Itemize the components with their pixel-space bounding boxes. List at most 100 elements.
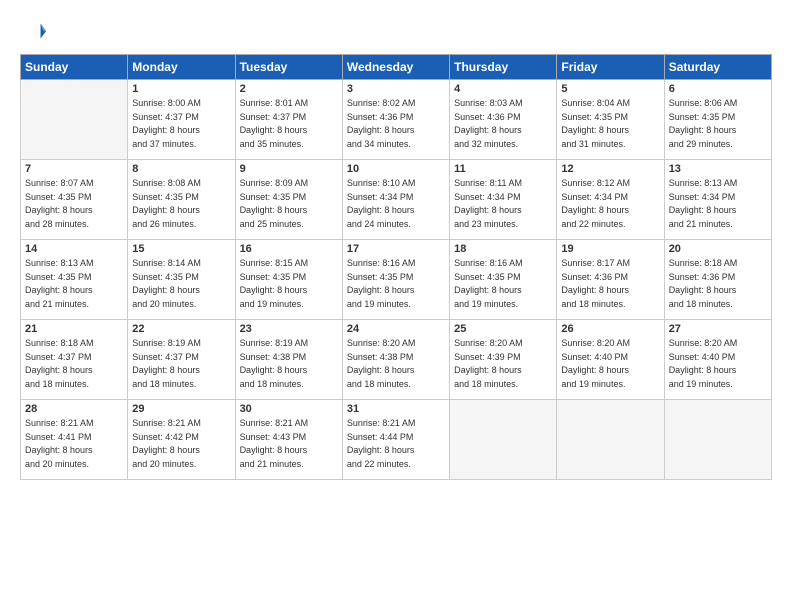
day-info: Sunrise: 8:20 AM Sunset: 4:40 PM Dayligh… [561,337,659,391]
logo [20,18,52,46]
cell-week4-day4 [450,400,557,480]
day-info: Sunrise: 8:19 AM Sunset: 4:38 PM Dayligh… [240,337,338,391]
cell-week1-day0: 7Sunrise: 8:07 AM Sunset: 4:35 PM Daylig… [21,160,128,240]
cell-week4-day0: 28 Sunrise: 8:21 AM Sunset: 4:41 PM Dayli… [21,400,128,480]
cell-week1-day4: 11 Sunrise: 8:11 AM Sunset: 4:34 PM Dayli… [450,160,557,240]
cell-week2-day2: 16 Sunrise: 8:15 AM Sunset: 4:35 PM Dayli… [235,240,342,320]
day-number: 30 [240,403,338,415]
day-number: 31 [347,403,445,415]
day-number: 12 [561,163,659,175]
day-number: 26 [561,323,659,335]
day-info: Sunrise: 8:15 AM Sunset: 4:35 PM Dayligh… [240,257,338,311]
day-number: 6 [669,83,767,95]
day-number: 11 [454,163,552,175]
day-info: Sunrise: 8:13 AM Sunset: 4:35 PM Dayligh… [25,257,123,311]
day-number: 8 [132,163,230,175]
col-header-wednesday: Wednesday [342,55,449,80]
day-info: Sunrise: 8:21 AM Sunset: 4:43 PM Dayligh… [240,417,338,471]
cell-week3-day0: 21 Sunrise: 8:18 AM Sunset: 4:37 PM Dayli… [21,320,128,400]
cell-week0-day4: 4 Sunrise: 8:03 AM Sunset: 4:36 PM Daylig… [450,80,557,160]
week-row-4: 28 Sunrise: 8:21 AM Sunset: 4:41 PM Dayli… [21,400,772,480]
cell-week0-day6: 6 Sunrise: 8:06 AM Sunset: 4:35 PM Daylig… [664,80,771,160]
day-number: 28 [25,403,123,415]
cell-week3-day2: 23 Sunrise: 8:19 AM Sunset: 4:38 PM Dayli… [235,320,342,400]
day-info: Sunrise: 8:10 AM Sunset: 4:34 PM Dayligh… [347,177,445,231]
day-number: 25 [454,323,552,335]
day-info: Sunrise: 8:18 AM Sunset: 4:37 PM Dayligh… [25,337,123,391]
day-info: Sunrise: 8:04 AM Sunset: 4:35 PM Dayligh… [561,97,659,151]
day-info: Sunrise: 8:20 AM Sunset: 4:40 PM Dayligh… [669,337,767,391]
cell-week3-day5: 26 Sunrise: 8:20 AM Sunset: 4:40 PM Dayli… [557,320,664,400]
day-info: Sunrise: 8:12 AM Sunset: 4:34 PM Dayligh… [561,177,659,231]
day-info: Sunrise: 8:07 AM Sunset: 4:35 PM Dayligh… [25,177,123,231]
day-number: 16 [240,243,338,255]
day-info: Sunrise: 8:20 AM Sunset: 4:38 PM Dayligh… [347,337,445,391]
day-number: 24 [347,323,445,335]
day-number: 19 [561,243,659,255]
day-number: 23 [240,323,338,335]
cell-week3-day6: 27 Sunrise: 8:20 AM Sunset: 4:40 PM Dayli… [664,320,771,400]
cell-week0-day0 [21,80,128,160]
cell-week0-day2: 2 Sunrise: 8:01 AM Sunset: 4:37 PM Daylig… [235,80,342,160]
header-row: SundayMondayTuesdayWednesdayThursdayFrid… [21,55,772,80]
day-info: Sunrise: 8:21 AM Sunset: 4:42 PM Dayligh… [132,417,230,471]
cell-week0-day1: 1Sunrise: 8:00 AM Sunset: 4:37 PM Daylig… [128,80,235,160]
day-info: Sunrise: 8:09 AM Sunset: 4:35 PM Dayligh… [240,177,338,231]
col-header-friday: Friday [557,55,664,80]
cell-week3-day1: 22 Sunrise: 8:19 AM Sunset: 4:37 PM Dayli… [128,320,235,400]
cell-week1-day2: 9Sunrise: 8:09 AM Sunset: 4:35 PM Daylig… [235,160,342,240]
cell-week4-day1: 29 Sunrise: 8:21 AM Sunset: 4:42 PM Dayli… [128,400,235,480]
cell-week1-day6: 13 Sunrise: 8:13 AM Sunset: 4:34 PM Dayli… [664,160,771,240]
day-info: Sunrise: 8:20 AM Sunset: 4:39 PM Dayligh… [454,337,552,391]
day-info: Sunrise: 8:01 AM Sunset: 4:37 PM Dayligh… [240,97,338,151]
week-row-1: 7Sunrise: 8:07 AM Sunset: 4:35 PM Daylig… [21,160,772,240]
cell-week3-day4: 25 Sunrise: 8:20 AM Sunset: 4:39 PM Dayli… [450,320,557,400]
day-number: 18 [454,243,552,255]
day-info: Sunrise: 8:21 AM Sunset: 4:41 PM Dayligh… [25,417,123,471]
cell-week2-day4: 18 Sunrise: 8:16 AM Sunset: 4:35 PM Dayli… [450,240,557,320]
day-info: Sunrise: 8:18 AM Sunset: 4:36 PM Dayligh… [669,257,767,311]
day-number: 20 [669,243,767,255]
col-header-thursday: Thursday [450,55,557,80]
cell-week2-day0: 14 Sunrise: 8:13 AM Sunset: 4:35 PM Dayli… [21,240,128,320]
day-info: Sunrise: 8:11 AM Sunset: 4:34 PM Dayligh… [454,177,552,231]
logo-icon [20,18,48,46]
day-info: Sunrise: 8:21 AM Sunset: 4:44 PM Dayligh… [347,417,445,471]
cell-week1-day1: 8Sunrise: 8:08 AM Sunset: 4:35 PM Daylig… [128,160,235,240]
week-row-3: 21 Sunrise: 8:18 AM Sunset: 4:37 PM Dayli… [21,320,772,400]
cell-week2-day6: 20 Sunrise: 8:18 AM Sunset: 4:36 PM Dayli… [664,240,771,320]
calendar-table: SundayMondayTuesdayWednesdayThursdayFrid… [20,54,772,480]
day-number: 2 [240,83,338,95]
cell-week4-day2: 30 Sunrise: 8:21 AM Sunset: 4:43 PM Dayli… [235,400,342,480]
col-header-monday: Monday [128,55,235,80]
day-info: Sunrise: 8:03 AM Sunset: 4:36 PM Dayligh… [454,97,552,151]
day-info: Sunrise: 8:16 AM Sunset: 4:35 PM Dayligh… [347,257,445,311]
day-number: 13 [669,163,767,175]
day-number: 29 [132,403,230,415]
page: SundayMondayTuesdayWednesdayThursdayFrid… [0,0,792,612]
day-number: 22 [132,323,230,335]
day-info: Sunrise: 8:02 AM Sunset: 4:36 PM Dayligh… [347,97,445,151]
day-number: 4 [454,83,552,95]
col-header-saturday: Saturday [664,55,771,80]
day-number: 1 [132,83,230,95]
day-info: Sunrise: 8:06 AM Sunset: 4:35 PM Dayligh… [669,97,767,151]
day-info: Sunrise: 8:16 AM Sunset: 4:35 PM Dayligh… [454,257,552,311]
day-number: 27 [669,323,767,335]
day-info: Sunrise: 8:13 AM Sunset: 4:34 PM Dayligh… [669,177,767,231]
cell-week1-day5: 12 Sunrise: 8:12 AM Sunset: 4:34 PM Dayli… [557,160,664,240]
cell-week2-day5: 19Sunrise: 8:17 AM Sunset: 4:36 PM Dayli… [557,240,664,320]
cell-week2-day1: 15Sunrise: 8:14 AM Sunset: 4:35 PM Dayli… [128,240,235,320]
day-number: 15 [132,243,230,255]
day-number: 5 [561,83,659,95]
col-header-tuesday: Tuesday [235,55,342,80]
header [20,18,772,46]
day-number: 17 [347,243,445,255]
day-info: Sunrise: 8:19 AM Sunset: 4:37 PM Dayligh… [132,337,230,391]
cell-week0-day5: 5 Sunrise: 8:04 AM Sunset: 4:35 PM Daylig… [557,80,664,160]
cell-week0-day3: 3Sunrise: 8:02 AM Sunset: 4:36 PM Daylig… [342,80,449,160]
day-number: 14 [25,243,123,255]
cell-week4-day3: 31 Sunrise: 8:21 AM Sunset: 4:44 PM Dayli… [342,400,449,480]
day-number: 21 [25,323,123,335]
day-number: 10 [347,163,445,175]
